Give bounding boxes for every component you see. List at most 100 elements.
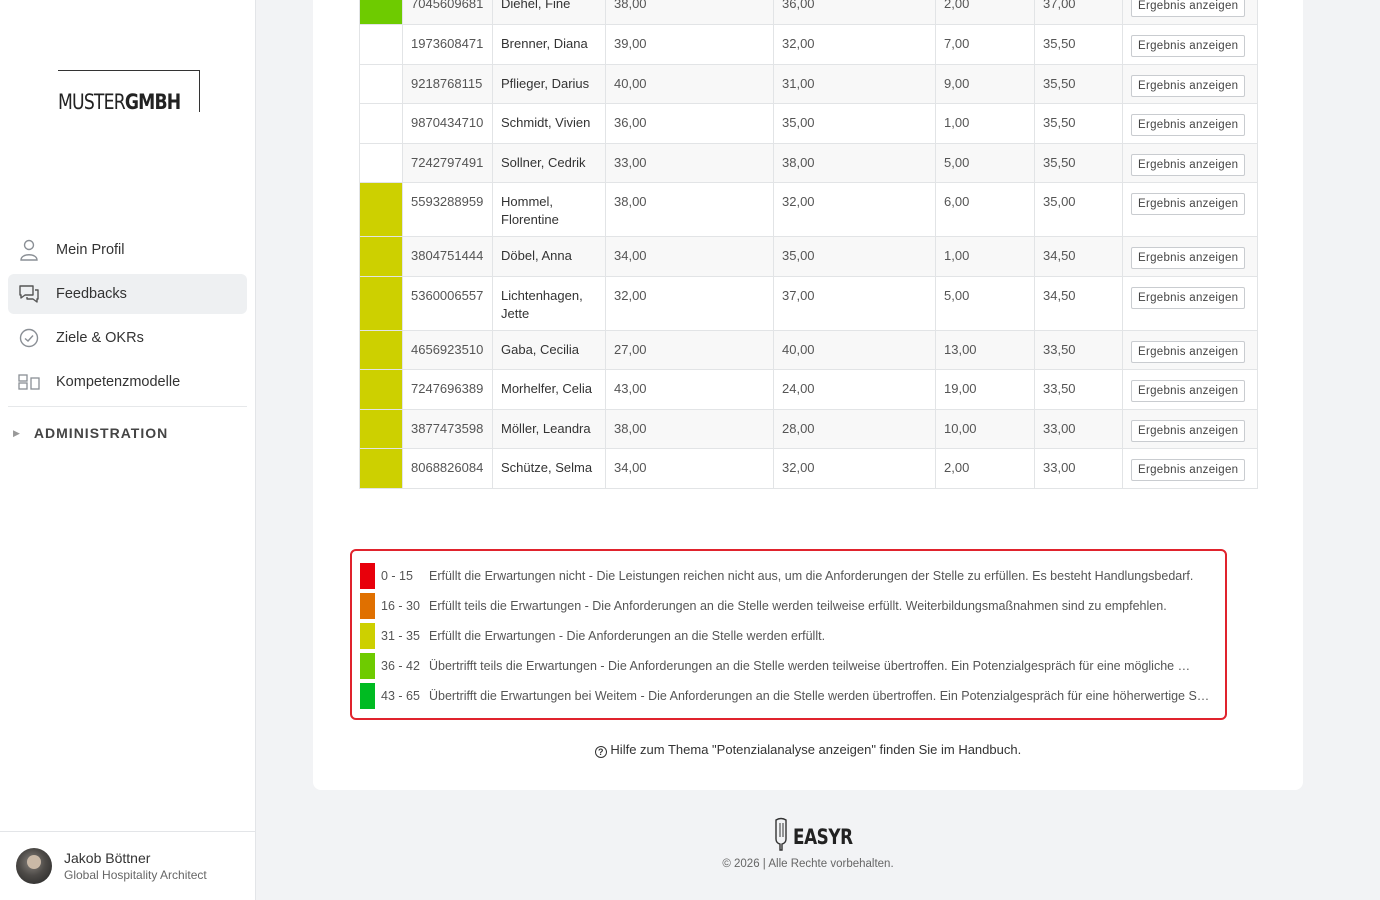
legend-item: 0 - 15 Erfüllt die Erwartungen nicht - Di… bbox=[360, 561, 1225, 591]
table-row: 5360006557 Lichtenhagen, Jette 32,00 37,00 5… bbox=[359, 276, 1258, 331]
total-score-cell: 34,50 bbox=[1034, 236, 1123, 277]
rating-color-cell bbox=[359, 276, 403, 331]
score-cell: 40,00 bbox=[605, 64, 774, 104]
company-logo[interactable]: MUSTERGMBH bbox=[58, 70, 200, 114]
easyr-logo-icon bbox=[772, 817, 790, 856]
score-cell: 38,00 bbox=[605, 0, 774, 25]
show-result-button[interactable]: Ergebnis anzeigen bbox=[1131, 380, 1246, 402]
show-result-button[interactable]: Ergebnis anzeigen bbox=[1131, 341, 1246, 363]
show-result-button[interactable]: Ergebnis anzeigen bbox=[1131, 114, 1246, 136]
rating-color-cell bbox=[359, 64, 403, 104]
nav-divider bbox=[8, 406, 247, 407]
user-role: Global Hospitality Architect bbox=[64, 868, 207, 882]
employee-name-cell: Brenner, Diana bbox=[492, 24, 606, 65]
nav-item-ziele-okrs[interactable]: Ziele & OKRs bbox=[8, 318, 247, 358]
show-result-button[interactable]: Ergebnis anzeigen bbox=[1131, 154, 1246, 176]
legend-range: 36 - 42 bbox=[381, 659, 420, 673]
main-nav: Mein Profil Feedbacks Ziele & OKRs Kompe… bbox=[8, 230, 247, 453]
action-cell: Ergebnis anzeigen bbox=[1122, 276, 1258, 331]
nav-label: Mein Profil bbox=[56, 242, 125, 258]
nav-item-mein-profil[interactable]: Mein Profil bbox=[8, 230, 247, 270]
total-score-cell: 35,50 bbox=[1034, 64, 1123, 104]
action-cell: Ergebnis anzeigen bbox=[1122, 24, 1258, 65]
easyr-logo: EASYR bbox=[772, 817, 868, 856]
legend-description: Erfüllt teils die Erwartungen - Die Anfo… bbox=[429, 599, 1167, 613]
employee-name-cell: Gaba, Cecilia bbox=[492, 330, 606, 370]
score-cell: 34,00 bbox=[605, 236, 774, 277]
show-result-button[interactable]: Ergebnis anzeigen bbox=[1131, 287, 1246, 309]
score-cell: 38,00 bbox=[773, 143, 936, 183]
user-profile[interactable]: Jakob Böttner Global Hospitality Archite… bbox=[0, 831, 255, 900]
legend-color-swatch bbox=[360, 593, 375, 619]
score-cell: 35,00 bbox=[773, 103, 936, 144]
action-cell: Ergebnis anzeigen bbox=[1122, 330, 1258, 370]
legend-color-swatch bbox=[360, 683, 375, 709]
score-cell: 5,00 bbox=[935, 143, 1035, 183]
table-row: 3804751444 Döbel, Anna 34,00 35,00 1,00 34,50… bbox=[359, 236, 1258, 277]
score-cell: 38,00 bbox=[605, 182, 774, 237]
employee-id-cell: 3804751444 bbox=[402, 236, 493, 277]
legend-color-swatch bbox=[360, 653, 375, 679]
score-cell: 31,00 bbox=[773, 64, 936, 104]
results-table-body: 7045609681 Diehel, Fine 38,00 36,00 2,00 37,0… bbox=[359, 0, 1258, 489]
employee-id-cell: 3877473598 bbox=[402, 409, 493, 449]
table-row: 9218768115 Pflieger, Darius 40,00 31,00 9,00… bbox=[359, 64, 1258, 104]
table-row: 3877473598 Möller, Leandra 38,00 28,00 10,00… bbox=[359, 409, 1258, 449]
score-cell: 6,00 bbox=[935, 182, 1035, 237]
score-cell: 43,00 bbox=[605, 369, 774, 410]
employee-name-cell: Sollner, Cedrik bbox=[492, 143, 606, 183]
legend-description: Erfüllt die Erwartungen nicht - Die Leis… bbox=[429, 569, 1194, 583]
score-cell: 7,00 bbox=[935, 24, 1035, 65]
score-cell: 40,00 bbox=[773, 330, 936, 370]
competency-model-icon bbox=[18, 371, 40, 393]
nav-label: Ziele & OKRs bbox=[56, 330, 144, 346]
score-cell: 1,00 bbox=[935, 236, 1035, 277]
action-cell: Ergebnis anzeigen bbox=[1122, 409, 1258, 449]
rating-color-cell bbox=[359, 0, 403, 25]
legend-item: 31 - 35 Erfüllt die Erwartungen - Die Anf… bbox=[360, 621, 1225, 651]
total-score-cell: 33,00 bbox=[1034, 448, 1123, 489]
show-result-button[interactable]: Ergebnis anzeigen bbox=[1131, 0, 1246, 17]
employee-name-cell: Hommel, Florentine bbox=[492, 182, 606, 237]
rating-legend: 0 - 15 Erfüllt die Erwartungen nicht - Di… bbox=[350, 549, 1227, 720]
user-name: Jakob Böttner bbox=[64, 850, 151, 866]
show-result-button[interactable]: Ergebnis anzeigen bbox=[1131, 247, 1246, 269]
show-result-button[interactable]: Ergebnis anzeigen bbox=[1131, 193, 1246, 215]
employee-id-cell: 7045609681 bbox=[402, 0, 493, 25]
table-row: 1973608471 Brenner, Diana 39,00 32,00 7,00 35… bbox=[359, 24, 1258, 65]
nav-item-kompetenzmodelle[interactable]: Kompetenzmodelle bbox=[8, 362, 247, 402]
action-cell: Ergebnis anzeigen bbox=[1122, 0, 1258, 25]
score-cell: 38,00 bbox=[605, 409, 774, 449]
action-cell: Ergebnis anzeigen bbox=[1122, 236, 1258, 277]
score-cell: 27,00 bbox=[605, 330, 774, 370]
sidebar: MUSTERGMBH Mein Profil Feedbacks Ziele &… bbox=[0, 0, 256, 900]
employee-name-cell: Lichtenhagen, Jette bbox=[492, 276, 606, 331]
score-cell: 35,00 bbox=[773, 236, 936, 277]
help-text[interactable]: Hilfe zum Thema "Potenzialanalyse anzeig… bbox=[610, 742, 1021, 757]
show-result-button[interactable]: Ergebnis anzeigen bbox=[1131, 75, 1246, 97]
legend-range: 31 - 35 bbox=[381, 629, 420, 643]
table-row: 7045609681 Diehel, Fine 38,00 36,00 2,00 37,0… bbox=[359, 0, 1258, 25]
show-result-button[interactable]: Ergebnis anzeigen bbox=[1131, 459, 1246, 481]
legend-color-swatch bbox=[360, 563, 375, 589]
employee-name-cell: Schütze, Selma bbox=[492, 448, 606, 489]
show-result-button[interactable]: Ergebnis anzeigen bbox=[1131, 35, 1246, 57]
employee-id-cell: 5360006557 bbox=[402, 276, 493, 331]
legend-range: 0 - 15 bbox=[381, 569, 413, 583]
administration-toggle[interactable]: ▶ ADMINISTRATION bbox=[8, 413, 247, 453]
table-row: 7247696389 Morhelfer, Celia 43,00 24,00 19,0… bbox=[359, 369, 1258, 410]
legend-description: Übertrifft teils die Erwartungen - Die A… bbox=[429, 659, 1191, 673]
copyright: © 2026 | Alle Rechte vorbehalten. bbox=[722, 858, 894, 870]
total-score-cell: 37,00 bbox=[1034, 0, 1123, 25]
table-row: 4656923510 Gaba, Cecilia 27,00 40,00 13,00 33… bbox=[359, 330, 1258, 370]
nav-item-feedbacks[interactable]: Feedbacks bbox=[8, 274, 247, 314]
administration-label: ADMINISTRATION bbox=[33, 425, 169, 441]
show-result-button[interactable]: Ergebnis anzeigen bbox=[1131, 420, 1246, 442]
logo-prefix: MUSTER bbox=[58, 90, 126, 114]
results-table: 7045609681 Diehel, Fine 38,00 36,00 2,00 37,0… bbox=[359, 0, 1258, 489]
legend-range: 43 - 65 bbox=[381, 689, 420, 703]
score-cell: 5,00 bbox=[935, 276, 1035, 331]
user-icon bbox=[18, 239, 40, 261]
employee-id-cell: 9870434710 bbox=[402, 103, 493, 144]
score-cell: 36,00 bbox=[773, 0, 936, 25]
